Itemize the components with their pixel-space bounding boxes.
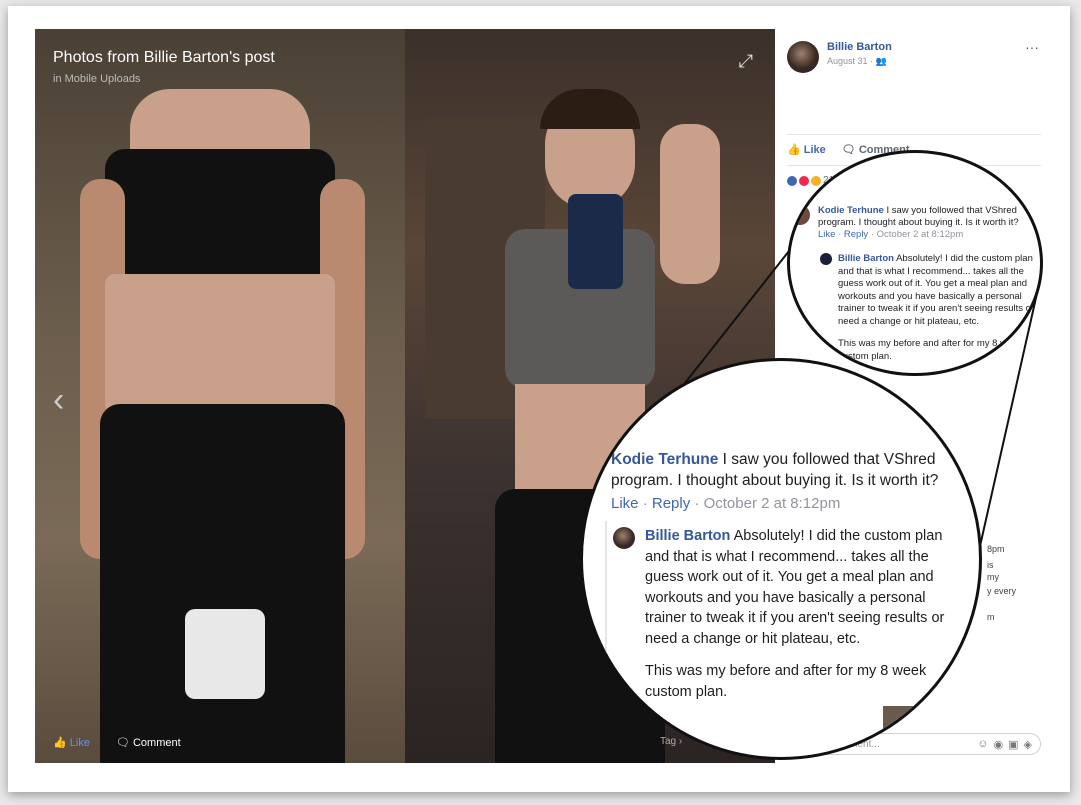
- photo-like-button[interactable]: 👍 Like: [53, 736, 90, 749]
- avatar: [790, 205, 810, 225]
- thumbs-up-icon: 👍: [53, 737, 67, 749]
- post-like-button[interactable]: 👍 Like: [787, 143, 826, 156]
- camera-icon[interactable]: ◉: [994, 738, 1004, 751]
- comment-icon: 🗨: [115, 737, 130, 749]
- avatar[interactable]: [613, 527, 635, 549]
- reply-text: Absolutely! I did the custom plan and th…: [838, 253, 1035, 327]
- reply-text-2: This was my before and after for my 8 we…: [645, 663, 927, 700]
- commenter-name[interactable]: Kodie Terhune: [611, 451, 718, 468]
- reply-text: Absolutely! I did the custom plan and th…: [645, 528, 945, 647]
- photo-like-label: Like: [69, 737, 90, 749]
- reply-thread-line: [605, 521, 607, 726]
- reply-billie-small: Billie Barton Absolutely! I did the cust…: [838, 253, 1038, 363]
- comment-input-icons: ☺ ◉ ▣ ◈: [977, 738, 1032, 751]
- comment-kodie-large: Kodie Terhune I saw you followed that VS…: [611, 451, 939, 512]
- sticker-icon[interactable]: ◈: [1024, 738, 1032, 751]
- avatar[interactable]: [787, 41, 819, 73]
- thumbs-up-icon: 👍: [787, 144, 801, 156]
- comment-fragment: is: [987, 560, 994, 570]
- comment-date[interactable]: October 2 at 8:12pm: [704, 495, 841, 512]
- comment-fragment: m: [987, 612, 995, 622]
- post-date[interactable]: August 31 · 👥: [827, 56, 892, 67]
- reply-photo-thumbnail[interactable]: [883, 706, 973, 736]
- photo-actions: 👍 Like 🗨 Comment: [53, 736, 181, 749]
- comment-kodie-small: Kodie Terhune I saw you followed that VS…: [818, 205, 1019, 240]
- photo-header: Photos from Billie Barton's post in Mobi…: [53, 49, 275, 85]
- comment-like-link[interactable]: Like: [611, 495, 639, 512]
- avatar: [820, 253, 832, 265]
- comment-like-link[interactable]: Like: [818, 229, 835, 240]
- love-reaction-icon: [799, 175, 809, 186]
- photo-title[interactable]: Photos from Billie Barton's post: [53, 49, 275, 67]
- wow-reaction-icon: [811, 175, 821, 186]
- comment-reply-link[interactable]: Reply: [844, 229, 868, 240]
- post-date-text: August 31 ·: [827, 56, 876, 66]
- gif-icon[interactable]: ▣: [1008, 738, 1018, 751]
- reply-text-2: This was my before and after for my 8 we…: [838, 338, 1023, 362]
- comment-reply-link[interactable]: Reply: [652, 495, 690, 512]
- zoom-lens-small: Kodie Terhune I saw you followed that VS…: [787, 150, 1043, 376]
- chevron-left-icon[interactable]: ‹: [53, 381, 64, 420]
- author-name[interactable]: Billie Barton: [827, 41, 892, 53]
- divider: [787, 134, 1041, 135]
- post-like-label: Like: [803, 144, 826, 156]
- comment-fragment: y every: [987, 586, 1017, 596]
- tag-button[interactable]: Tag ›: [660, 736, 682, 747]
- comment-fragment: my: [987, 572, 999, 582]
- like-reaction-icon: [787, 175, 797, 186]
- expand-icon[interactable]: ⤢: [739, 51, 753, 72]
- zoom-lens-large: Kodie Terhune I saw you followed that VS…: [580, 358, 982, 760]
- commenter-name[interactable]: Kodie Terhune: [818, 205, 884, 216]
- photo-album[interactable]: in Mobile Uploads: [53, 73, 275, 85]
- reply-billie-large: Billie Barton Absolutely! I did the cust…: [645, 526, 945, 702]
- comment-icon: 🗨: [841, 144, 856, 156]
- emoji-icon[interactable]: ☺: [977, 738, 988, 751]
- photo-comment-label: Comment: [132, 737, 181, 749]
- comment-date[interactable]: October 2 at 8:12pm: [877, 229, 964, 240]
- tag-label: Tag: [660, 736, 677, 747]
- more-icon[interactable]: ···: [1025, 39, 1039, 55]
- reply-author-name[interactable]: Billie Barton: [645, 528, 730, 544]
- friends-icon: 👥: [875, 56, 887, 66]
- post-author: Billie Barton August 31 · 👥: [787, 41, 892, 73]
- before-photo: [35, 29, 405, 763]
- comment-fragment: 8pm: [987, 544, 1005, 554]
- reply-author-name[interactable]: Billie Barton: [838, 253, 894, 264]
- photo-comment-button[interactable]: 🗨 Comment: [116, 736, 181, 749]
